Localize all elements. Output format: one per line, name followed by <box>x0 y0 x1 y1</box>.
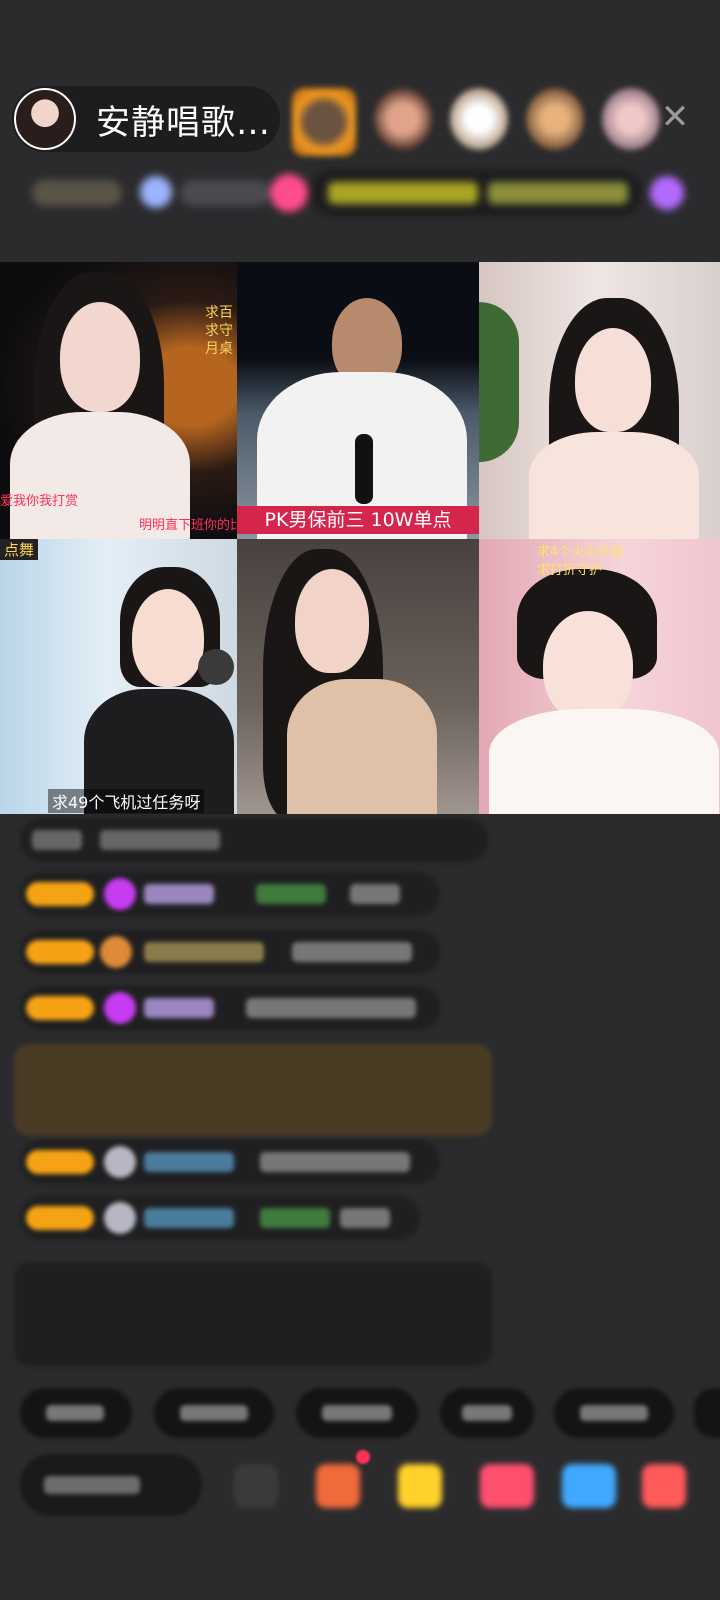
event-icon[interactable] <box>650 176 684 210</box>
viewer-avatar[interactable] <box>450 88 508 150</box>
chat-username <box>144 1152 234 1172</box>
top-viewers-list <box>292 88 660 156</box>
system-message <box>14 1262 492 1366</box>
tile-caption: 点舞 <box>0 539 39 560</box>
chat-username <box>144 998 214 1018</box>
chat-text <box>260 1152 410 1172</box>
heart-icon[interactable] <box>270 174 308 212</box>
quick-reply-chip[interactable] <box>20 1388 132 1438</box>
tile-caption: 求49个飞机过任务呀 <box>48 789 205 813</box>
viewer-avatar[interactable] <box>526 88 584 150</box>
chat-text <box>292 942 412 962</box>
chat-message[interactable] <box>20 1196 420 1240</box>
ticker-text <box>328 182 478 204</box>
quick-reply-chip[interactable] <box>440 1388 534 1438</box>
guest-face <box>132 589 204 687</box>
ticker-text <box>488 182 628 204</box>
chat-message[interactable] <box>20 1140 440 1184</box>
chat-username <box>144 1208 234 1228</box>
viewer-avatar[interactable] <box>374 88 432 150</box>
level-badge <box>26 1206 94 1230</box>
guest-face <box>60 302 140 412</box>
guest-video-tile[interactable] <box>479 262 720 539</box>
avatar <box>104 1202 136 1234</box>
quick-reply-chip[interactable] <box>554 1388 674 1438</box>
guest-face <box>575 328 651 432</box>
guest-body <box>529 432 699 539</box>
chat-message[interactable] <box>20 930 440 974</box>
guest-video-tile[interactable] <box>237 539 479 814</box>
chat-message[interactable] <box>20 872 440 916</box>
host-avatar[interactable] <box>14 88 76 150</box>
gem-icon <box>140 176 172 208</box>
comment-input[interactable] <box>20 1454 202 1516</box>
tile-caption: 求4个火山升级 <box>537 545 624 560</box>
tile-caption: PK男保前三 10W单点 <box>237 506 479 534</box>
chat-text <box>340 1208 390 1228</box>
avatar <box>104 1146 136 1178</box>
wish-icon[interactable] <box>398 1464 442 1508</box>
gem-icon <box>104 878 136 910</box>
tile-caption: 求百 求守 月桌 <box>205 305 233 357</box>
close-icon[interactable]: ✕ <box>656 98 694 136</box>
level-badge <box>26 940 94 964</box>
viewer-avatar[interactable] <box>602 88 660 150</box>
guest-body <box>287 679 437 814</box>
plant-decor <box>479 302 519 462</box>
chat-text <box>256 884 326 904</box>
guest-video-tile[interactable]: 求百 求守 月桌 爱我你我打赏 明明直下班你的比 <box>0 262 237 539</box>
emoji-icon[interactable] <box>234 1464 278 1508</box>
chat-message[interactable] <box>20 818 488 862</box>
chat-text <box>350 884 400 904</box>
room-status-bar <box>20 170 688 216</box>
chat-message[interactable] <box>20 986 440 1030</box>
tile-caption: 明明直下班你的比 <box>138 518 237 533</box>
guest-video-tile[interactable]: 求4个火山升级 求打折守护 <box>479 539 720 814</box>
heart-icon[interactable] <box>480 1464 534 1508</box>
quick-reply-chip[interactable] <box>694 1388 720 1438</box>
gift-box-icon[interactable] <box>316 1464 360 1508</box>
badge-icon <box>100 936 132 968</box>
tile-caption: 求打折守护 <box>537 563 603 578</box>
chat-text <box>246 998 416 1018</box>
gem-icon <box>104 992 136 1024</box>
microphone-icon <box>355 434 373 504</box>
guest-video-tile[interactable]: 点舞 求49个飞机过任务呀 <box>0 539 237 814</box>
chat-username <box>144 942 264 962</box>
guest-video-tile[interactable]: PK男保前三 10W单点 <box>237 262 479 539</box>
rank-badge[interactable] <box>32 180 122 206</box>
level-badge <box>26 996 94 1020</box>
gift-message-panel[interactable] <box>14 1044 492 1136</box>
popularity-count <box>180 180 270 206</box>
viewer-avatar[interactable] <box>292 88 356 156</box>
share-icon[interactable] <box>562 1464 616 1508</box>
gift-icon[interactable] <box>642 1464 686 1508</box>
chat-text <box>32 830 82 850</box>
multi-guest-video-grid: 求百 求守 月桌 爱我你我打赏 明明直下班你的比 PK男保前三 10W单点 点舞… <box>0 262 720 814</box>
chat-text <box>100 830 220 850</box>
host-name: 安静唱歌… <box>96 102 271 143</box>
level-badge <box>26 882 94 906</box>
microphone-icon <box>198 649 234 685</box>
quick-reply-chip[interactable] <box>296 1388 418 1438</box>
quick-reply-chip[interactable] <box>154 1388 274 1438</box>
guest-body <box>489 709 719 814</box>
host-info-pill[interactable]: 安静唱歌… <box>12 86 280 152</box>
chat-text <box>260 1208 330 1228</box>
chat-username <box>144 884 214 904</box>
guest-face <box>543 611 633 721</box>
guest-face <box>295 569 369 673</box>
level-badge <box>26 1150 94 1174</box>
notification-dot <box>356 1450 370 1464</box>
tile-caption: 爱我你我打赏 <box>0 494 79 509</box>
